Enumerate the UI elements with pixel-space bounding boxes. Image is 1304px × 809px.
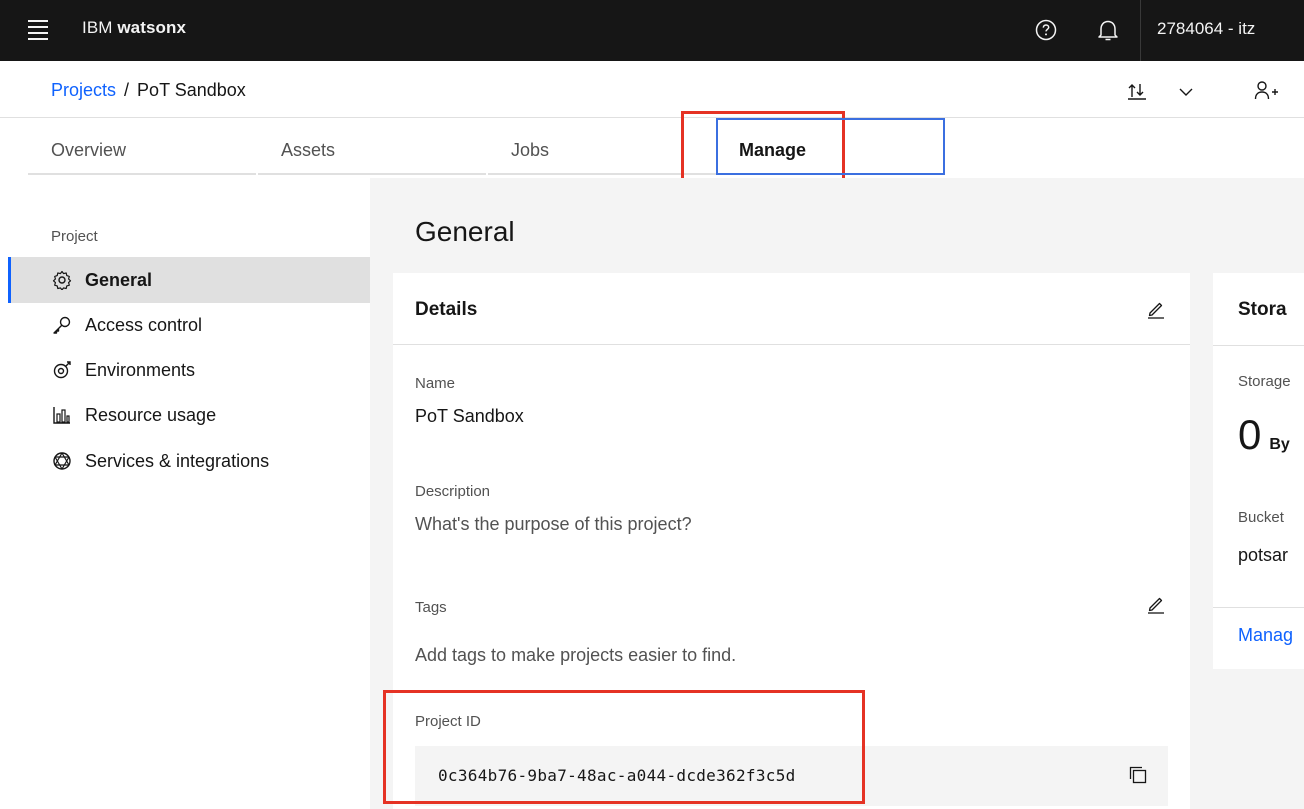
key-icon xyxy=(51,314,73,336)
integrations-icon xyxy=(51,450,73,472)
sidebar-item-access-control[interactable]: Access control xyxy=(8,302,370,348)
storage-card: Stora Storage 0 By Bucket potsar Manag xyxy=(1213,273,1304,669)
tab-assets-underline xyxy=(258,173,486,175)
notification-icon[interactable] xyxy=(1092,14,1124,46)
sidebar-item-label: Environments xyxy=(85,359,196,380)
tags-value: Add tags to make projects easier to find… xyxy=(415,645,737,665)
breadcrumb-projects-link[interactable]: Projects xyxy=(51,80,116,100)
bucket-label: Bucket xyxy=(1238,509,1284,526)
nav-heading: Project xyxy=(51,228,98,245)
breadcrumb-divider xyxy=(0,117,1304,118)
sidebar-item-services-integrations[interactable]: Services & integrations xyxy=(8,438,370,484)
breadcrumb-separator: / xyxy=(124,80,130,100)
account-switcher[interactable]: 2784064 - itz xyxy=(1157,19,1255,39)
manage-storage-link[interactable]: Manag xyxy=(1238,625,1293,646)
storage-header-divider xyxy=(1213,345,1304,346)
breadcrumb: Projects / PoT Sandbox xyxy=(51,80,246,101)
page-title: General xyxy=(415,216,515,247)
tab-assets[interactable]: Assets xyxy=(281,118,335,176)
storage-label: Storage xyxy=(1238,373,1291,390)
edit-tags-icon[interactable] xyxy=(1145,593,1167,615)
brand-prefix: IBM xyxy=(82,18,113,37)
copy-icon[interactable] xyxy=(1128,765,1150,787)
brand-product: watsonx xyxy=(117,18,187,37)
bar-chart-icon xyxy=(51,404,73,426)
sidebar-item-resource-usage[interactable]: Resource usage xyxy=(8,392,370,438)
tags-label: Tags xyxy=(415,599,447,616)
sidebar-item-label: Resource usage xyxy=(85,404,217,425)
storage-footer-divider xyxy=(1213,607,1304,608)
storage-title: Stora xyxy=(1238,299,1287,320)
environment-icon xyxy=(51,359,73,381)
menu-icon[interactable] xyxy=(28,20,48,40)
tab-overview-underline xyxy=(28,173,256,175)
breadcrumb-current: PoT Sandbox xyxy=(137,80,246,100)
details-card-header: Details xyxy=(393,273,1190,345)
sidebar-item-general[interactable]: General xyxy=(8,257,370,303)
product-brand[interactable]: IBM watsonx xyxy=(82,18,186,38)
description-label: Description xyxy=(415,483,491,500)
chevron-down-icon[interactable] xyxy=(1176,80,1196,107)
sidebar-item-label: General xyxy=(85,269,153,290)
description-value: What's the purpose of this project? xyxy=(415,514,692,534)
project-settings-nav: Project General Access control Environme… xyxy=(0,178,370,809)
help-icon[interactable] xyxy=(1030,14,1062,46)
project-name-value: PoT Sandbox xyxy=(415,406,524,426)
tab-overview[interactable]: Overview xyxy=(51,118,126,176)
edit-details-icon[interactable] xyxy=(1145,298,1167,320)
sidebar-item-environments[interactable]: Environments xyxy=(8,347,370,393)
sidebar-item-label: Access control xyxy=(85,314,203,335)
gear-icon xyxy=(51,269,73,291)
name-label: Name xyxy=(415,375,456,392)
add-collaborator-icon[interactable] xyxy=(1254,80,1280,107)
storage-size: 0 By xyxy=(1238,411,1290,459)
import-export-icon[interactable] xyxy=(1126,80,1148,107)
global-header: IBM watsonx 2784064 - itz xyxy=(0,0,1304,61)
details-title: Details xyxy=(415,299,478,320)
annotation-red-box-project-id xyxy=(383,690,865,804)
storage-size-unit: By xyxy=(1269,436,1290,453)
storage-size-value: 0 xyxy=(1238,411,1262,458)
sidebar-item-label: Services & integrations xyxy=(85,450,270,471)
header-divider xyxy=(1140,0,1141,61)
tab-jobs[interactable]: Jobs xyxy=(511,118,549,176)
annotation-blue-box-tab xyxy=(716,118,945,175)
bucket-value: potsar xyxy=(1238,545,1289,565)
